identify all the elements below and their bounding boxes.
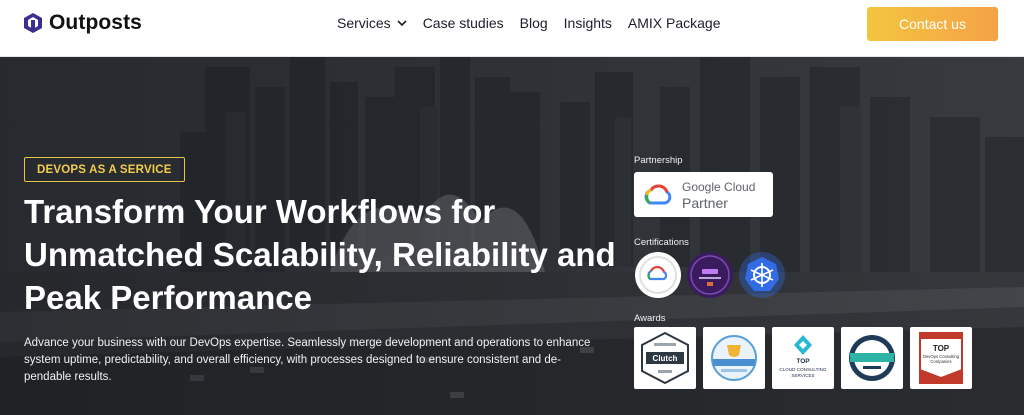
contact-us-button[interactable]: Contact us [867, 7, 998, 41]
award-top-text: TOP [796, 358, 810, 365]
nav-link-blog[interactable]: Blog [520, 15, 548, 31]
hero-subtext: Advance your business with our DevOps ex… [24, 337, 591, 383]
partner-card-subtitle: Partner [682, 194, 728, 211]
award-line2-text: CLOUD CONSULTING [779, 367, 827, 372]
nav-link-label: Insights [563, 15, 612, 31]
hero-headline: Transform Your Workflows for Unmatched S… [24, 193, 616, 316]
kubernetes-certified-icon [739, 252, 785, 298]
nav-link-label: Services [337, 15, 391, 31]
clutch-award-badge[interactable]: Clutch [634, 327, 696, 389]
partner-card-title: Google Cloud [682, 179, 756, 194]
top-cloud-consulting-companies-badge[interactable] [841, 327, 903, 389]
nav-link-services[interactable]: Services [337, 15, 407, 31]
award-line3-text: SERVICES [791, 373, 814, 378]
top-cloud-consulting-services-icon: TOP CLOUD CONSULTING SERVICES [779, 335, 827, 378]
professional-certification-icon [687, 252, 733, 298]
nav-link-insights[interactable]: Insights [564, 15, 612, 31]
partnership-label: Partnership [634, 155, 683, 166]
clutch-text: Clutch [653, 354, 678, 363]
certifications-label: Certifications [634, 237, 689, 248]
nav-links: Services Case studies Blog Insights AMIX… [337, 15, 737, 31]
clutch-award-icon: Clutch [641, 331, 689, 385]
nav-link-amix-package[interactable]: AMIX Package [628, 15, 721, 31]
logo-icon [24, 13, 42, 33]
top-cloud-consulting-services-badge[interactable]: TOP CLOUD CONSULTING SERVICES [772, 327, 834, 389]
logo[interactable]: Outposts [22, 11, 142, 35]
nav-link-label: Blog [519, 15, 548, 31]
google-cloud-partner-card[interactable]: Google Cloud Partner [634, 172, 773, 217]
nav-link-case-studies[interactable]: Case studies [423, 15, 504, 31]
top-rated-award-badge[interactable] [703, 327, 765, 389]
logo-text: Outposts [49, 11, 142, 34]
award-top-text: TOP [933, 344, 950, 353]
service-badge: DEVOPS AS A SERVICE [24, 157, 185, 182]
top-rated-award-icon [711, 335, 757, 381]
top-devops-consulting-badge[interactable]: TOP DevOps Consulting Companies [910, 327, 972, 389]
hero-section: DEVOPS AS A SERVICE Transform Your Workf… [0, 57, 1024, 415]
top-cloud-consulting-companies-icon [849, 335, 895, 381]
award-line3-text: Companies [930, 359, 951, 364]
awards-label: Awards [634, 313, 666, 324]
nav-link-label: AMIX Package [627, 15, 721, 31]
google-cloud-certified-icon [635, 252, 681, 298]
navbar: Outposts Services Case studies Blog Insi… [0, 0, 1024, 57]
google-cloud-icon [644, 184, 672, 204]
chevron-down-icon [397, 20, 407, 27]
nav-link-label: Case studies [422, 15, 504, 31]
top-devops-consulting-icon: TOP DevOps Consulting Companies [919, 332, 963, 384]
